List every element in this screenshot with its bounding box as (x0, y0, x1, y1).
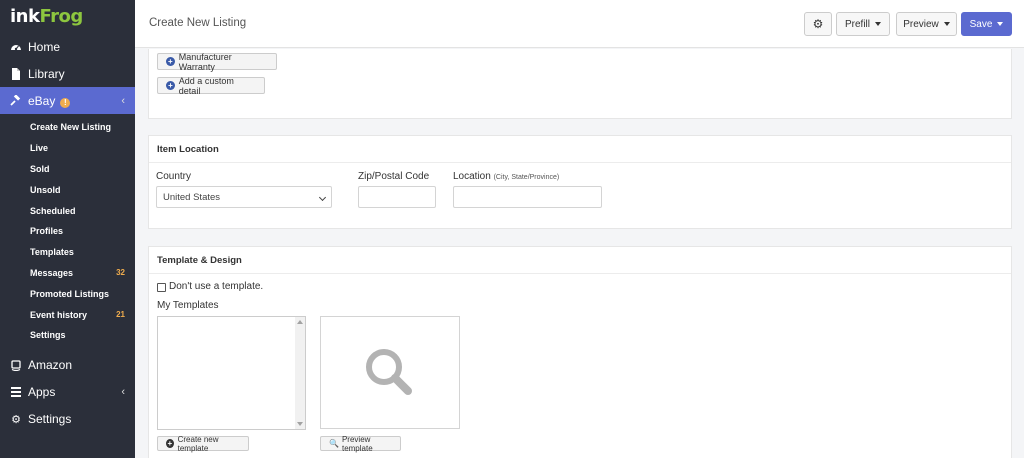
file-icon (10, 67, 22, 80)
sidebar-item-label: eBay (28, 93, 56, 108)
subnav-sold[interactable]: Sold (0, 159, 135, 180)
main-content: + Manufacturer Warranty + Add a custom d… (135, 49, 1024, 458)
subnav-create-new-listing[interactable]: Create New Listing (0, 117, 135, 138)
scroll-up-icon[interactable] (297, 320, 303, 324)
no-template-label: Don't use a template. (169, 281, 264, 292)
create-new-template-button[interactable]: + Create new template (157, 435, 249, 453)
alert-badge: ! (60, 97, 71, 108)
list-scrollbar[interactable] (295, 317, 305, 429)
chevron-left-icon: ‹ (121, 386, 125, 399)
location-input[interactable] (453, 186, 602, 208)
chevron-down-icon (318, 193, 327, 202)
subnav-settings[interactable]: Settings (0, 325, 135, 346)
caret-down-icon (997, 22, 1004, 26)
location-hint: (City, State/Province) (493, 174, 560, 181)
sidebar-item-amazon[interactable]: Amazon (0, 352, 135, 379)
messages-count: 32 (116, 268, 125, 278)
zip-input[interactable] (358, 186, 436, 208)
location-label: Location (City, State/Province) (453, 171, 560, 182)
chevron-left-icon: ‹ (121, 94, 125, 107)
prefill-button[interactable]: Prefill (836, 12, 890, 36)
subnav-messages[interactable]: Messages 32 (0, 263, 135, 284)
caret-down-icon (943, 22, 950, 26)
preview-button[interactable]: Preview (896, 12, 957, 36)
plus-circle-icon: + (166, 81, 175, 90)
scroll-down-icon[interactable] (297, 422, 303, 426)
template-preview-box (320, 316, 460, 429)
my-templates-list[interactable] (157, 316, 306, 430)
gear-icon: ⚙ (11, 413, 21, 426)
magnifier-icon (366, 348, 412, 395)
event-history-count: 21 (116, 310, 125, 320)
subnav-scheduled[interactable]: Scheduled (0, 200, 135, 221)
caret-down-icon (875, 22, 881, 26)
save-button[interactable]: Save (961, 12, 1012, 36)
subnav-event-history[interactable]: Event history 21 (0, 304, 135, 325)
sidebar-item-home[interactable]: Home (0, 33, 135, 60)
gear-icon: ⚙ (812, 17, 824, 31)
item-specifics-panel: + Manufacturer Warranty + Add a custom d… (148, 49, 1012, 119)
sidebar-item-library[interactable]: Library (0, 60, 135, 87)
amazon-icon (10, 359, 22, 372)
subnav-profiles[interactable]: Profiles (0, 221, 135, 242)
country-select[interactable]: United States (156, 186, 332, 208)
my-templates-label: My Templates (157, 300, 219, 311)
preview-template-button[interactable]: 🔍 Preview template (320, 435, 401, 453)
zip-label: Zip/Postal Code (358, 171, 430, 182)
sidebar: inkFrog Home Library eBay! ‹ Create New … (0, 0, 135, 458)
page-title: Create New Listing (149, 17, 247, 29)
search-icon: 🔍 (329, 439, 339, 448)
ebay-submenu: Create New Listing Live Sold Unsold Sche… (0, 114, 135, 346)
sidebar-item-apps[interactable]: Apps ‹ (0, 379, 135, 406)
country-label: Country (156, 171, 192, 182)
template-design-panel: Template & Design Don't use a template. … (148, 246, 1012, 458)
item-location-panel: Item Location Country United States Zip/… (148, 135, 1012, 229)
sidebar-item-ebay[interactable]: eBay! ‹ (0, 87, 135, 114)
no-template-checkbox[interactable] (157, 283, 166, 292)
item-location-heading: Item Location (149, 136, 1011, 163)
add-custom-detail-button[interactable]: + Add a custom detail (157, 76, 265, 96)
grid-icon (10, 386, 22, 398)
inkfrog-logo[interactable]: inkFrog (0, 0, 135, 33)
subnav-live[interactable]: Live (0, 138, 135, 159)
subnav-templates[interactable]: Templates (0, 242, 135, 263)
plus-circle-icon: + (166, 57, 175, 66)
manufacturer-warranty-button[interactable]: + Manufacturer Warranty (157, 52, 277, 72)
subnav-unsold[interactable]: Unsold (0, 179, 135, 200)
subnav-promoted-listings[interactable]: Promoted Listings (0, 283, 135, 304)
dashboard-icon (10, 41, 22, 53)
template-design-heading: Template & Design (149, 247, 1011, 274)
sidebar-item-settings[interactable]: ⚙ Settings (0, 406, 135, 433)
settings-button[interactable]: ⚙ (804, 12, 832, 36)
top-bar: Create New Listing ⚙ Prefill Preview Sav… (135, 0, 1024, 48)
plus-circle-icon: + (166, 439, 174, 448)
gavel-icon (10, 94, 22, 107)
